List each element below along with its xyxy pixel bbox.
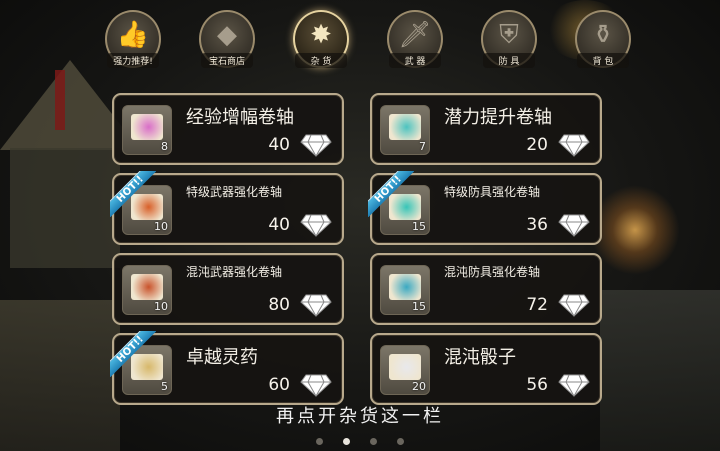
shop-item-card[interactable]: 15 混沌防具强化卷轴 72 <box>370 253 602 325</box>
shop-category-tabs: 👍 强力推荐! ◆ 宝石商店 ✸ 杂 货 🗡 武 器 ⛨ 防 具 ⚱ 背 包 <box>105 10 635 70</box>
tab-label: 武 器 <box>389 53 441 68</box>
subtitle-caption: 再点开杂货这一栏 <box>276 406 444 427</box>
item-quantity: 10 <box>154 300 168 313</box>
hot-badge-label: HOT!! <box>110 171 156 217</box>
diamond-currency-icon <box>300 134 332 157</box>
red-scroll-icon <box>131 274 163 300</box>
item-name: 卓越灵药 <box>186 347 258 368</box>
item-price: 80 <box>268 295 290 315</box>
tab-label: 杂 货 <box>295 53 347 68</box>
torch-glow-background <box>590 185 680 275</box>
item-quantity: 8 <box>161 140 168 153</box>
diamond-currency-icon <box>300 294 332 317</box>
pagination-dots <box>0 430 720 449</box>
tab-armor[interactable]: ⛨ 防 具 <box>481 10 537 68</box>
page-dot[interactable] <box>343 438 350 445</box>
blue-scroll-icon <box>389 274 421 300</box>
shop-item-card[interactable]: 10 混沌武器强化卷轴 80 <box>112 253 344 325</box>
sword-icon: 🗡 <box>398 20 432 50</box>
item-thumbnail: 20 <box>380 345 430 395</box>
item-thumbnail: 8 <box>122 105 172 155</box>
tab-gem-shop[interactable]: ◆ 宝石商店 <box>199 10 255 68</box>
item-name: 经验增幅卷轴 <box>186 107 294 128</box>
diamond-currency-icon <box>558 214 590 237</box>
item-price: 40 <box>268 135 290 155</box>
diamond-currency-icon <box>558 134 590 157</box>
page-dot[interactable] <box>370 438 377 445</box>
tab-label: 宝石商店 <box>201 53 253 68</box>
bag-icon: ⚱ <box>592 20 614 50</box>
hot-badge: HOT!! <box>368 171 414 217</box>
shop-item-card[interactable]: 8 经验增幅卷轴 40 <box>112 93 344 165</box>
item-quantity: 10 <box>154 220 168 233</box>
item-price: 60 <box>268 375 290 395</box>
pink-scroll-icon <box>131 114 163 140</box>
shop-item-card[interactable]: 7 潜力提升卷轴 20 <box>370 93 602 165</box>
teal-scroll-icon <box>389 114 421 140</box>
shield-icon: ⛨ <box>499 20 519 50</box>
item-name: 混沌防具强化卷轴 <box>444 265 541 279</box>
item-price: 40 <box>268 215 290 235</box>
tab-weapons[interactable]: 🗡 武 器 <box>387 10 443 68</box>
item-quantity: 15 <box>412 220 426 233</box>
shop-item-card[interactable]: 15 特级防具强化卷轴 36 HOT!! <box>368 171 602 245</box>
tent-background-body <box>10 148 120 268</box>
hot-badge-label: HOT!! <box>110 331 156 377</box>
item-name: 特级武器强化卷轴 <box>186 185 283 199</box>
red-flag-background <box>55 70 65 130</box>
item-thumbnail: 7 <box>380 105 430 155</box>
compass-icon: ✸ <box>310 20 332 50</box>
tab-backpack[interactable]: ⚱ 背 包 <box>575 10 631 68</box>
thumbs-up-icon: 👍 <box>116 20 150 50</box>
diamond-currency-icon <box>558 374 590 397</box>
diamond-currency-icon <box>300 214 332 237</box>
shop-item-card[interactable]: 10 特级武器强化卷轴 40 HOT!! <box>110 171 344 245</box>
item-thumbnail: 15 <box>380 265 430 315</box>
dice-icon <box>389 354 421 380</box>
item-price: 72 <box>526 295 548 315</box>
diamond-currency-icon <box>300 374 332 397</box>
item-name: 特级防具强化卷轴 <box>444 185 541 199</box>
item-name: 混沌骰子 <box>444 347 516 368</box>
rocks-background-left <box>0 300 120 451</box>
tab-label: 强力推荐! <box>107 53 159 68</box>
hot-badge: HOT!! <box>110 331 156 377</box>
item-name: 潜力提升卷轴 <box>444 107 552 128</box>
item-quantity: 7 <box>419 140 426 153</box>
item-quantity: 20 <box>412 380 426 393</box>
item-thumbnail: 10 <box>122 265 172 315</box>
shop-item-card[interactable]: 20 混沌骰子 56 <box>370 333 602 405</box>
page-dot[interactable] <box>316 438 323 445</box>
diamond-currency-icon <box>558 294 590 317</box>
tab-misc[interactable]: ✸ 杂 货 <box>293 10 349 68</box>
tab-label: 背 包 <box>577 53 629 68</box>
page-dot[interactable] <box>397 438 404 445</box>
item-quantity: 15 <box>412 300 426 313</box>
item-price: 36 <box>526 215 548 235</box>
diamond-icon: ◆ <box>217 20 237 50</box>
item-quantity: 5 <box>161 380 168 393</box>
item-price: 56 <box>526 375 548 395</box>
tab-recommended[interactable]: 👍 强力推荐! <box>105 10 161 68</box>
shop-item-card[interactable]: 5 卓越灵药 60 HOT!! <box>110 331 344 405</box>
hot-badge-label: HOT!! <box>368 171 414 217</box>
tab-label: 防 具 <box>483 53 535 68</box>
hot-badge: HOT!! <box>110 171 156 217</box>
item-price: 20 <box>526 135 548 155</box>
item-name: 混沌武器强化卷轴 <box>186 265 283 279</box>
